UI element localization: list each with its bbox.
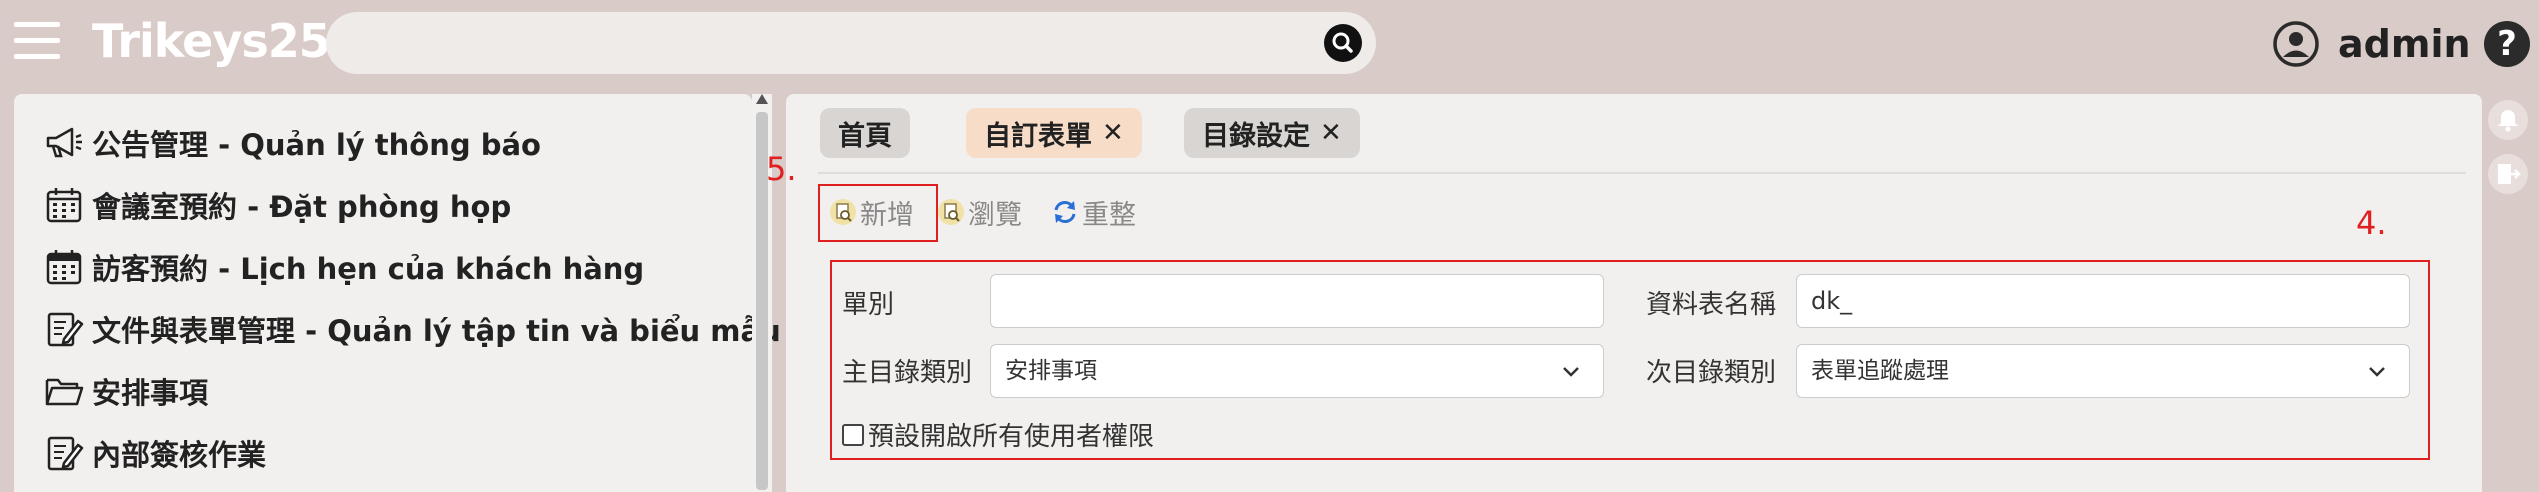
- step-5-annotation: 5.: [766, 150, 797, 188]
- tab-directory-settings[interactable]: 目錄設定 ✕: [1184, 108, 1360, 158]
- refresh-button[interactable]: 重整: [1050, 190, 1136, 234]
- hamburger-menu-icon[interactable]: [14, 22, 60, 60]
- help-icon[interactable]: ?: [2484, 21, 2530, 67]
- default-permission-label: 預設開啟所有使用者權限: [868, 422, 1155, 452]
- refresh-icon: [1054, 201, 1076, 223]
- tab-custom-form[interactable]: 自訂表單 ✕: [966, 108, 1142, 158]
- sidebar-item-visitor[interactable]: 訪客預約 - Lịch hẹn của khách hàng: [42, 242, 644, 292]
- default-permission-row[interactable]: 預設開啟所有使用者權限: [842, 416, 1154, 453]
- main-category-label: 主目錄類別: [842, 358, 973, 388]
- tab-label: 目錄設定: [1202, 120, 1310, 152]
- calendar-icon: [42, 183, 86, 227]
- sidebar: 公告管理 - Quản lý thông báo 會議室預約 - Đặt phò…: [14, 94, 781, 492]
- sub-category-select[interactable]: 表單追蹤處理: [1796, 344, 2410, 398]
- logout-icon[interactable]: [2488, 154, 2528, 194]
- sub-category-label: 次目錄類別: [1646, 358, 1777, 388]
- folder-icon: [42, 369, 86, 413]
- sidebar-item-label: 安排事項: [92, 376, 209, 410]
- tab-home[interactable]: 首頁: [820, 108, 910, 158]
- browse-button-label: 瀏覽: [968, 199, 1022, 231]
- search-icon[interactable]: [1324, 24, 1362, 62]
- app-brand: Trikeys25: [92, 14, 331, 68]
- search-input[interactable]: [350, 22, 1310, 64]
- new-document-icon: [830, 199, 856, 225]
- scroll-up-arrow-icon[interactable]: [756, 94, 768, 104]
- browse-button[interactable]: 瀏覽: [936, 190, 1022, 234]
- sidebar-item-internal-signoff[interactable]: 內部簽核作業: [42, 428, 266, 478]
- main-category-select[interactable]: 安排事項: [990, 344, 1604, 398]
- chevron-down-icon: [1563, 367, 1579, 377]
- default-permission-checkbox[interactable]: [842, 423, 864, 446]
- sidebar-item-label: 公告管理 - Quản lý thông báo: [92, 128, 541, 162]
- new-button[interactable]: 新增: [828, 190, 914, 234]
- bell-icon[interactable]: [2488, 100, 2528, 140]
- sidebar-item-announcements[interactable]: 公告管理 - Quản lý thông báo: [42, 118, 541, 168]
- browse-icon: [938, 199, 964, 225]
- search-bar: [326, 12, 1376, 74]
- edit-document-icon: [42, 307, 86, 351]
- user-menu[interactable]: admin: [2272, 18, 2471, 70]
- sidebar-item-arrangements[interactable]: 安排事項: [42, 366, 208, 416]
- chevron-down-icon: [2369, 367, 2385, 377]
- user-avatar-icon: [2273, 21, 2319, 67]
- table-name-input[interactable]: dk_: [1796, 274, 2410, 328]
- refresh-button-label: 重整: [1082, 199, 1136, 231]
- new-button-label: 新增: [860, 199, 914, 231]
- right-rail: [2488, 94, 2528, 492]
- edit-document-icon: [42, 431, 86, 475]
- sidebar-item-meeting-room[interactable]: 會議室預約 - Đặt phòng họp: [42, 180, 511, 230]
- sidebar-item-label: 文件與表單管理 - Quản lý tập tin và biểu mẫu: [92, 314, 781, 348]
- tab-divider: [818, 172, 2466, 174]
- calendar-icon: [42, 245, 86, 289]
- sidebar-item-label: 內部簽核作業: [92, 438, 267, 472]
- top-bar: Trikeys25 admin ?: [0, 0, 2539, 88]
- table-name-label: 資料表名稱: [1646, 290, 1777, 320]
- sidebar-item-label: 訪客預約 - Lịch hẹn của khách hàng: [92, 252, 645, 286]
- tab-label: 自訂表單: [984, 120, 1092, 152]
- megaphone-icon: [42, 121, 86, 165]
- user-name: admin: [2338, 22, 2471, 66]
- sub-category-value: 表單追蹤處理: [1811, 358, 1949, 384]
- order-type-label: 單別: [842, 290, 895, 320]
- close-icon[interactable]: ✕: [1320, 118, 1342, 148]
- sidebar-item-label: 會議室預約 - Đặt phòng họp: [92, 190, 512, 224]
- main-category-value: 安排事項: [1005, 358, 1097, 384]
- close-icon[interactable]: ✕: [1102, 118, 1124, 148]
- sidebar-item-documents[interactable]: 文件與表單管理 - Quản lý tập tin và biểu mẫu: [42, 304, 781, 354]
- step-4-annotation: 4.: [2356, 204, 2387, 242]
- order-type-input[interactable]: [990, 274, 1604, 328]
- main-panel: 首頁 自訂表單 ✕ 目錄設定 ✕ 5. 新增 瀏覽 重整 4. 單別 資料表名稱…: [766, 94, 2482, 492]
- tab-label: 首頁: [838, 120, 892, 152]
